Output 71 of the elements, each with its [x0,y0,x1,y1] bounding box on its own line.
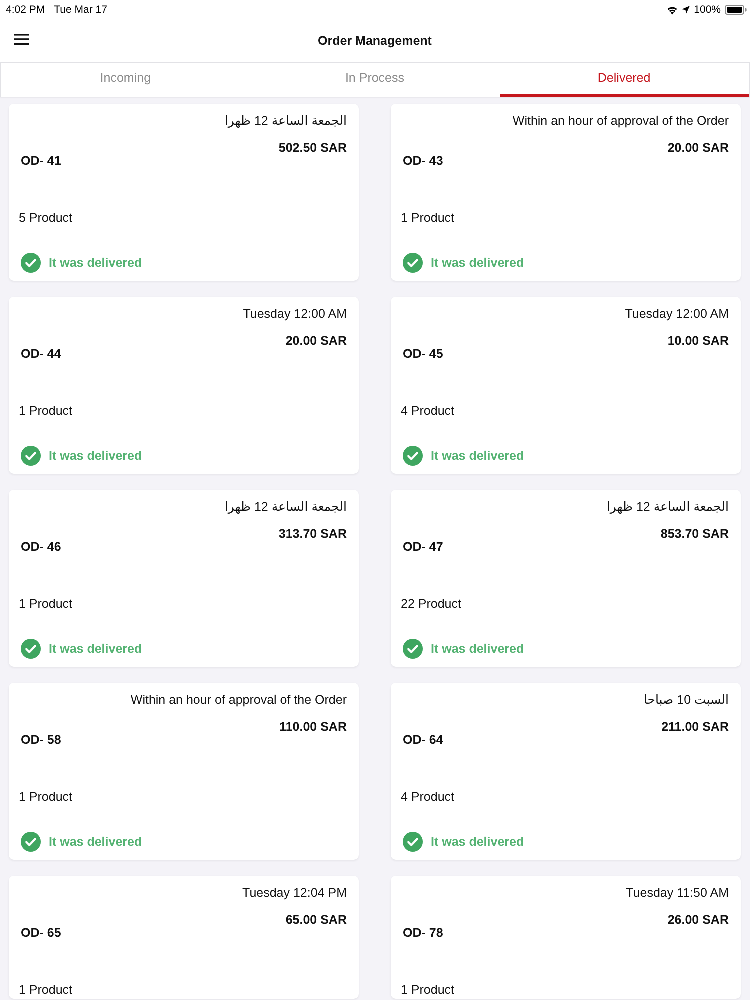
order-status: It was delivered [49,641,142,657]
check-circle-icon [403,832,423,852]
product-count: 1 Product [19,596,73,612]
location-arrow-icon [682,6,690,14]
check-circle-icon [21,253,41,273]
product-count: 4 Product [401,789,455,805]
product-count: 1 Product [19,789,73,805]
check-circle-icon [403,639,423,659]
order-status: It was delivered [431,641,524,657]
product-count: 1 Product [401,982,455,998]
status-date: Tue Mar 17 [54,4,108,16]
tab[interactable]: Delivered [500,63,749,97]
order-status: It was delivered [431,448,524,464]
order-id: OD- 45 [403,346,444,362]
order-total: 502.50 SAR [278,140,347,156]
delivery-time: Tuesday 12:00 AM [242,306,347,322]
delivery-time: الجمعة الساعة 12 ظهرا [224,113,347,129]
menu-icon[interactable] [14,34,29,45]
delivery-time: Tuesday 12:04 PM [242,885,347,901]
order-total: 20.00 SAR [668,140,729,156]
order-total: 211.00 SAR [662,719,729,735]
order-id: OD- 46 [21,539,62,555]
delivery-time: السبت 10 صباحا [642,692,729,708]
check-circle-icon [21,446,41,466]
order-id: OD- 47 [403,539,444,555]
delivery-time: Tuesday 11:50 AM [625,885,729,901]
order-card[interactable]: Tuesday 12:04 PM OD- 65 65.00 SAR 1 Product [9,876,359,999]
order-id: OD- 41 [21,153,62,169]
delivery-time: الجمعة الساعة 12 ظهرا [606,499,729,515]
order-total: 110.00 SAR [280,719,347,735]
delivery-time: Tuesday 12:00 AM [624,306,729,322]
product-count: 1 Product [401,210,455,226]
product-count: 5 Product [19,210,73,226]
check-circle-icon [403,446,423,466]
order-total: 853.70 SAR [660,526,729,542]
page-title: Order Management [318,34,432,48]
product-count: 22 Product [401,596,462,612]
order-total: 10.00 SAR [668,333,729,349]
order-id: OD- 58 [21,732,62,748]
status-time: 4:02 PM [6,4,46,16]
delivery-time: Within an hour of approval of the Order [512,113,729,129]
check-circle-icon [21,832,41,852]
order-id: OD- 64 [403,732,444,748]
delivery-time: الجمعة الساعة 12 ظهرا [224,499,347,515]
product-count: 4 Product [401,403,455,419]
order-status: It was delivered [431,255,524,271]
order-total: 20.00 SAR [286,333,347,349]
product-count: 1 Product [19,403,73,419]
order-total: 26.00 SAR [668,912,729,928]
order-card[interactable]: Within an hour of approval of the Order OD- 58 110.00 SAR 1 Product It was delivered [9,683,359,860]
check-circle-icon [403,253,423,273]
wifi-icon [667,6,678,14]
order-card[interactable]: Tuesday 12:00 AM OD- 45 10.00 SAR 4 Product It was delivered [391,297,741,474]
order-id: OD- 78 [403,925,444,941]
product-count: 1 Product [19,982,73,998]
battery-icon [725,5,747,15]
order-status: It was delivered [49,255,142,271]
order-status: It was delivered [49,448,142,464]
order-status: It was delivered [431,834,524,850]
order-total: 313.70 SAR [278,526,347,542]
order-id: OD- 65 [21,925,62,941]
order-id: OD- 44 [21,346,62,362]
order-card[interactable]: Tuesday 11:50 AM OD- 78 26.00 SAR 1 Product [391,876,741,999]
check-circle-icon [21,639,41,659]
order-card[interactable]: Tuesday 12:00 AM OD- 44 20.00 SAR 1 Product It was delivered [9,297,359,474]
order-id: OD- 43 [403,153,444,169]
battery-percent: 100% [694,4,721,16]
order-card[interactable]: Within an hour of approval of the Order OD- 43 20.00 SAR 1 Product It was delivered [391,104,741,281]
order-total: 65.00 SAR [286,912,347,928]
order-status: It was delivered [49,834,142,850]
delivery-time: Within an hour of approval of the Order [130,692,347,708]
